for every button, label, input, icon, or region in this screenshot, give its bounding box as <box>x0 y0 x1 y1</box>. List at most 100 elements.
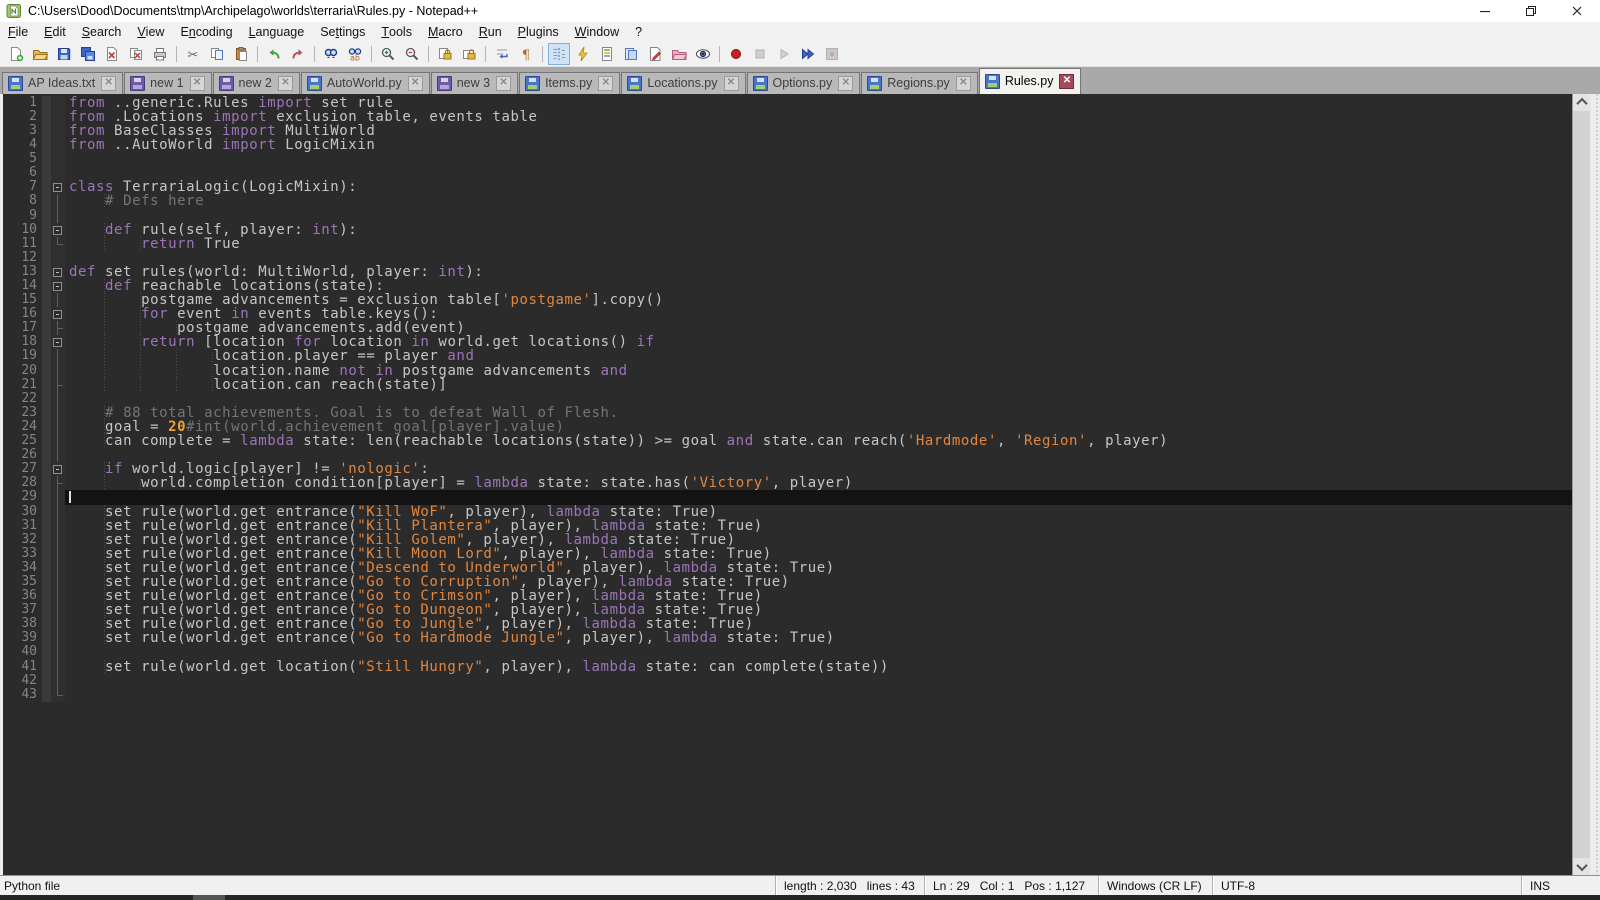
bookmark-margin[interactable] <box>42 434 51 448</box>
show-all-chars-icon[interactable]: ¶ <box>515 43 537 65</box>
replace-icon[interactable]: ab <box>344 43 366 65</box>
bookmark-margin[interactable] <box>42 462 51 476</box>
save-icon[interactable] <box>53 43 75 65</box>
code-text[interactable] <box>65 448 1572 462</box>
code-text[interactable]: # 88 total achievements. Goal is to defe… <box>65 406 1572 420</box>
menu-settings[interactable]: Settings <box>312 22 373 42</box>
bookmark-margin[interactable] <box>42 152 51 166</box>
tab-options-py[interactable]: Options.py✕ <box>747 72 861 94</box>
macro-stop-icon[interactable] <box>749 43 771 65</box>
tab-ap-ideas-txt[interactable]: AP Ideas.txt✕ <box>2 72 123 94</box>
new-file-icon[interactable] <box>5 43 27 65</box>
code-text[interactable]: location.player == player and <box>65 349 1572 363</box>
menu-view[interactable]: View <box>129 22 172 42</box>
code-text[interactable]: for event in events_table.keys(): <box>65 307 1572 321</box>
status-insert-mode[interactable]: INS <box>1521 876 1600 895</box>
bookmark-margin[interactable] <box>42 406 51 420</box>
fold-collapse-icon[interactable] <box>51 180 65 194</box>
minimize-icon[interactable] <box>1462 0 1508 22</box>
code-text[interactable]: goal = 20#int(world.achievement_goal[pla… <box>65 420 1572 434</box>
code-text[interactable]: postgame_advancements.add(event) <box>65 321 1572 335</box>
bookmark-margin[interactable] <box>42 420 51 434</box>
close-all-icon[interactable] <box>125 43 147 65</box>
code-text[interactable]: set_rule(world.get_entrance("Go to Hardm… <box>65 631 1572 645</box>
fold-collapse-icon[interactable] <box>51 307 65 321</box>
code-text[interactable] <box>65 209 1572 223</box>
code-text[interactable] <box>65 166 1572 180</box>
paste-icon[interactable] <box>230 43 252 65</box>
macro-multi-run-icon[interactable] <box>797 43 819 65</box>
tab-close-icon[interactable]: ✕ <box>101 76 116 91</box>
status-encoding[interactable]: UTF-8 <box>1212 876 1521 895</box>
code-text[interactable]: set_rule(world.get_entrance("Kill Moon L… <box>65 547 1572 561</box>
fold-collapse-icon[interactable] <box>51 462 65 476</box>
bookmark-margin[interactable] <box>42 589 51 603</box>
code-text[interactable] <box>65 490 1572 504</box>
bookmark-margin[interactable] <box>42 392 51 406</box>
fold-collapse-icon[interactable] <box>51 223 65 237</box>
code-text[interactable]: set_rule(world.get_entrance("Go to Dunge… <box>65 603 1572 617</box>
bookmark-margin[interactable] <box>42 335 51 349</box>
code-text[interactable] <box>65 688 1572 702</box>
fold-collapse-icon[interactable] <box>51 265 65 279</box>
find-icon[interactable] <box>320 43 342 65</box>
bookmark-margin[interactable] <box>42 124 51 138</box>
bookmark-margin[interactable] <box>42 237 51 251</box>
print-icon[interactable] <box>149 43 171 65</box>
tab-autoworld-py[interactable]: AutoWorld.py✕ <box>301 72 430 94</box>
bookmark-margin[interactable] <box>42 251 51 265</box>
word-wrap-icon[interactable] <box>491 43 513 65</box>
save-all-icon[interactable] <box>77 43 99 65</box>
tab-locations-py[interactable]: Locations.py✕ <box>621 72 745 94</box>
bookmark-margin[interactable] <box>42 223 51 237</box>
bookmark-margin[interactable] <box>42 279 51 293</box>
bookmark-margin[interactable] <box>42 490 51 504</box>
menu-macro[interactable]: Macro <box>420 22 471 42</box>
doc-modified-icon[interactable] <box>644 43 666 65</box>
code-text[interactable]: set_rule(world.get_entrance("Kill Plante… <box>65 519 1572 533</box>
bookmark-margin[interactable] <box>42 617 51 631</box>
tab-close-icon[interactable]: ✕ <box>408 76 423 91</box>
open-folder-icon[interactable] <box>29 43 51 65</box>
menu-plugins[interactable]: Plugins <box>510 22 567 42</box>
bookmark-margin[interactable] <box>42 505 51 519</box>
code-text[interactable]: if world.logic[player] != 'nologic': <box>65 462 1572 476</box>
file-monitor-icon[interactable] <box>692 43 714 65</box>
tab-close-icon[interactable]: ✕ <box>598 76 613 91</box>
vertical-scrollbar[interactable] <box>1572 94 1590 875</box>
menu-file[interactable]: File <box>0 22 36 42</box>
bookmark-margin[interactable] <box>42 645 51 659</box>
code-text[interactable] <box>65 152 1572 166</box>
code-text[interactable]: from .Locations import exclusion_table, … <box>65 110 1572 124</box>
tab-close-icon[interactable]: ✕ <box>956 76 971 91</box>
menu-edit[interactable]: Edit <box>36 22 74 42</box>
tab-close-icon[interactable]: ✕ <box>1059 74 1074 89</box>
doc-map-icon[interactable] <box>596 43 618 65</box>
code-text[interactable]: # Defs here <box>65 194 1572 208</box>
code-text[interactable]: return [location for location in world.g… <box>65 335 1572 349</box>
close-file-icon[interactable] <box>101 43 123 65</box>
code-text[interactable]: location.name not in postgame_advancemen… <box>65 364 1572 378</box>
bookmark-margin[interactable] <box>42 209 51 223</box>
code-text[interactable]: set_rule(world.get_entrance("Go to Crims… <box>65 589 1572 603</box>
redo-icon[interactable] <box>287 43 309 65</box>
bookmark-margin[interactable] <box>42 138 51 152</box>
doc-list-icon[interactable] <box>620 43 642 65</box>
bookmark-margin[interactable] <box>42 631 51 645</box>
code-text[interactable]: def reachable_locations(state): <box>65 279 1572 293</box>
bookmark-margin[interactable] <box>42 194 51 208</box>
code-text[interactable]: set_rule(world.get_entrance("Go to Corru… <box>65 575 1572 589</box>
macro-record-icon[interactable] <box>725 43 747 65</box>
menu-run[interactable]: Run <box>471 22 510 42</box>
menu-search[interactable]: Search <box>74 22 130 42</box>
bookmark-margin[interactable] <box>42 575 51 589</box>
tab-items-py[interactable]: Items.py✕ <box>519 72 620 94</box>
bookmark-margin[interactable] <box>42 519 51 533</box>
tab-close-icon[interactable]: ✕ <box>838 76 853 91</box>
scrollbar-track[interactable] <box>1573 111 1590 858</box>
zoom-in-icon[interactable] <box>377 43 399 65</box>
tab-rules-py[interactable]: Rules.py✕ <box>979 68 1082 94</box>
code-text[interactable]: can_complete = lambda state: len(reachab… <box>65 434 1572 448</box>
code-text[interactable]: class TerrariaLogic(LogicMixin): <box>65 180 1572 194</box>
status-eol-format[interactable]: Windows (CR LF) <box>1098 876 1212 895</box>
